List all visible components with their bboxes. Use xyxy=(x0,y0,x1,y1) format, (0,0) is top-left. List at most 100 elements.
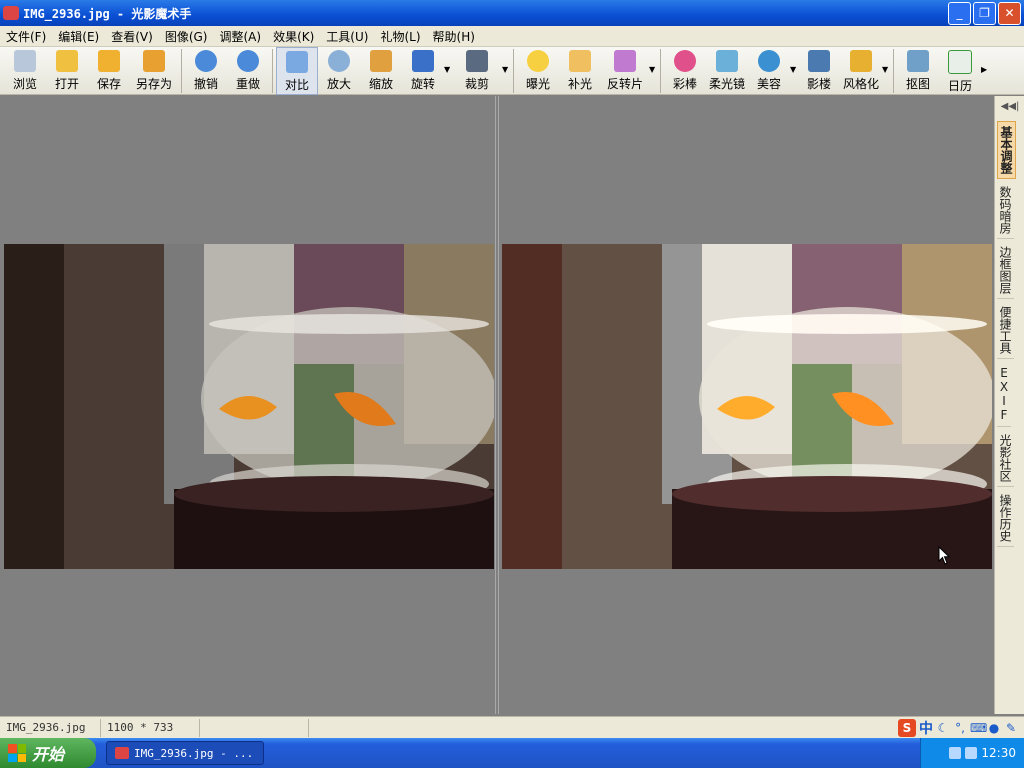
toolbar: 浏览 打开 保存 另存为 撤销 重做 对比 放大 缩放 旋转 ▼ 裁剪 ▼ 曝光… xyxy=(0,47,1024,95)
stylize-button[interactable]: 风格化 xyxy=(840,47,882,95)
exposure-button[interactable]: 曝光 xyxy=(517,47,559,95)
start-label: 开始 xyxy=(32,745,65,764)
cutout-icon xyxy=(907,50,929,72)
punctuation-icon[interactable]: °, xyxy=(953,721,967,735)
window-title: IMG_2936.jpg - 光影魔术手 xyxy=(23,6,192,21)
beauty-button[interactable]: 美容 xyxy=(748,47,790,95)
landscape-icon xyxy=(716,50,738,72)
eye-icon xyxy=(14,50,36,72)
separator xyxy=(513,49,514,93)
toolbar-overflow-icon[interactable]: ▶ xyxy=(981,47,989,74)
minimize-button[interactable]: _ xyxy=(948,1,971,25)
keyboard-icon[interactable]: ⌨ xyxy=(970,721,987,735)
frame-button[interactable]: 影楼 xyxy=(798,47,840,95)
tab-exif[interactable]: EXIF xyxy=(997,362,1011,427)
save-icon xyxy=(98,50,120,72)
maximize-button[interactable]: ❐ xyxy=(973,1,996,25)
network-icon[interactable] xyxy=(949,747,962,759)
menu-adjust[interactable]: 调整(A) xyxy=(213,28,267,45)
menu-edit[interactable]: 编辑(E) xyxy=(52,28,105,45)
cutout-button[interactable]: 抠图 xyxy=(897,47,939,95)
tab-community[interactable]: 光影社区 xyxy=(997,430,1014,487)
redo-icon xyxy=(237,50,259,72)
magnifier-icon xyxy=(328,50,350,72)
crop-dropdown-icon[interactable]: ▼ xyxy=(502,47,510,74)
sogou-icon[interactable]: S xyxy=(898,719,916,737)
close-button[interactable]: ✕ xyxy=(998,1,1021,25)
open-button[interactable]: 打开 xyxy=(46,47,88,95)
beauty-dropdown-icon[interactable]: ▼ xyxy=(790,47,798,74)
zoom-in-button[interactable]: 放大 xyxy=(318,47,360,95)
sun-icon xyxy=(527,50,549,72)
status-bar: IMG_2936.jpg 1100 * 733 S 中 ☾ °, ⌨ ● ✎ xyxy=(0,716,1024,739)
portrait-icon xyxy=(808,50,830,72)
taskbar-task-item[interactable]: IMG_2936.jpg - ... xyxy=(106,741,264,765)
menu-image[interactable]: 图像(G) xyxy=(159,28,214,45)
menu-gifts[interactable]: 礼物(L) xyxy=(374,28,426,45)
style-icon xyxy=(850,50,872,72)
start-button[interactable]: 开始 xyxy=(0,738,96,768)
app-icon xyxy=(3,6,19,20)
crop-icon xyxy=(466,50,488,72)
side-panel-tabs: ◀◀| 基本调整 数码暗房 边框图层 便捷工具 EXIF 光影社区 操作历史 xyxy=(994,96,1024,714)
scale-button[interactable]: 缩放 xyxy=(360,47,402,95)
bulb-icon xyxy=(569,50,591,72)
status-filename: IMG_2936.jpg xyxy=(0,719,101,737)
tab-frame-layer[interactable]: 边框图层 xyxy=(997,242,1014,299)
rotate-dropdown-icon[interactable]: ▼ xyxy=(444,47,452,74)
title-bar: IMG_2936.jpg - 光影魔术手 _ ❐ ✕ xyxy=(0,0,1024,26)
task-label: IMG_2936.jpg - ... xyxy=(134,746,254,760)
face-icon xyxy=(758,50,780,72)
separator xyxy=(181,49,182,93)
color-wand-icon xyxy=(674,50,696,72)
compare-button[interactable]: 对比 xyxy=(276,47,318,95)
crop-button[interactable]: 裁剪 xyxy=(452,47,502,95)
system-tray: 12:30 xyxy=(920,738,1024,768)
menu-tools[interactable]: 工具(U) xyxy=(320,28,374,45)
tab-darkroom[interactable]: 数码暗房 xyxy=(997,182,1014,239)
menu-help[interactable]: 帮助(H) xyxy=(427,28,481,45)
separator xyxy=(660,49,661,93)
film-icon xyxy=(614,50,636,72)
undo-button[interactable]: 撤销 xyxy=(185,47,227,95)
rotate-button[interactable]: 旋转 xyxy=(402,47,444,95)
signal-icon[interactable] xyxy=(965,747,978,759)
negative-dropdown-icon[interactable]: ▼ xyxy=(649,47,657,74)
tab-basic-adjust[interactable]: 基本调整 xyxy=(997,121,1016,179)
fill-light-button[interactable]: 补光 xyxy=(559,47,601,95)
negative-button[interactable]: 反转片 xyxy=(601,47,649,95)
rotate-icon xyxy=(412,50,434,72)
preview-image-pane[interactable] xyxy=(498,96,995,714)
compare-icon xyxy=(286,51,308,73)
ime-toolbar: S 中 ☾ °, ⌨ ● ✎ xyxy=(898,718,1024,738)
save-as-button[interactable]: 另存为 xyxy=(130,47,178,95)
wrench-icon[interactable]: ✎ xyxy=(1004,721,1018,735)
menu-view[interactable]: 查看(V) xyxy=(105,28,159,45)
collapse-panel-icon[interactable]: ◀◀| xyxy=(995,96,1024,118)
color-pen-button[interactable]: 彩棒 xyxy=(664,47,706,95)
browse-button[interactable]: 浏览 xyxy=(4,47,46,95)
save-button[interactable]: 保存 xyxy=(88,47,130,95)
folder-icon xyxy=(56,50,78,72)
preview-photo xyxy=(502,244,992,569)
user-icon[interactable]: ● xyxy=(987,721,1001,735)
undo-icon xyxy=(195,50,217,72)
status-dimensions: 1100 * 733 xyxy=(101,719,200,737)
calendar-button[interactable]: 日历 xyxy=(939,47,981,95)
windows-logo-icon xyxy=(8,744,26,762)
separator xyxy=(272,49,273,93)
redo-button[interactable]: 重做 xyxy=(227,47,269,95)
original-photo xyxy=(4,244,494,569)
menu-effects[interactable]: 效果(K) xyxy=(267,28,320,45)
soft-lens-button[interactable]: 柔光镜 xyxy=(706,47,748,95)
tab-history[interactable]: 操作历史 xyxy=(997,490,1014,547)
moon-icon[interactable]: ☾ xyxy=(936,721,950,735)
tab-quick-tools[interactable]: 便捷工具 xyxy=(997,302,1014,359)
resize-icon xyxy=(370,50,392,72)
stylize-dropdown-icon[interactable]: ▼ xyxy=(882,47,890,74)
status-empty xyxy=(200,719,309,737)
menu-file[interactable]: 文件(F) xyxy=(0,28,52,45)
ime-mode[interactable]: 中 xyxy=(919,718,933,738)
clock[interactable]: 12:30 xyxy=(981,746,1016,760)
original-image-pane[interactable] xyxy=(0,96,496,714)
